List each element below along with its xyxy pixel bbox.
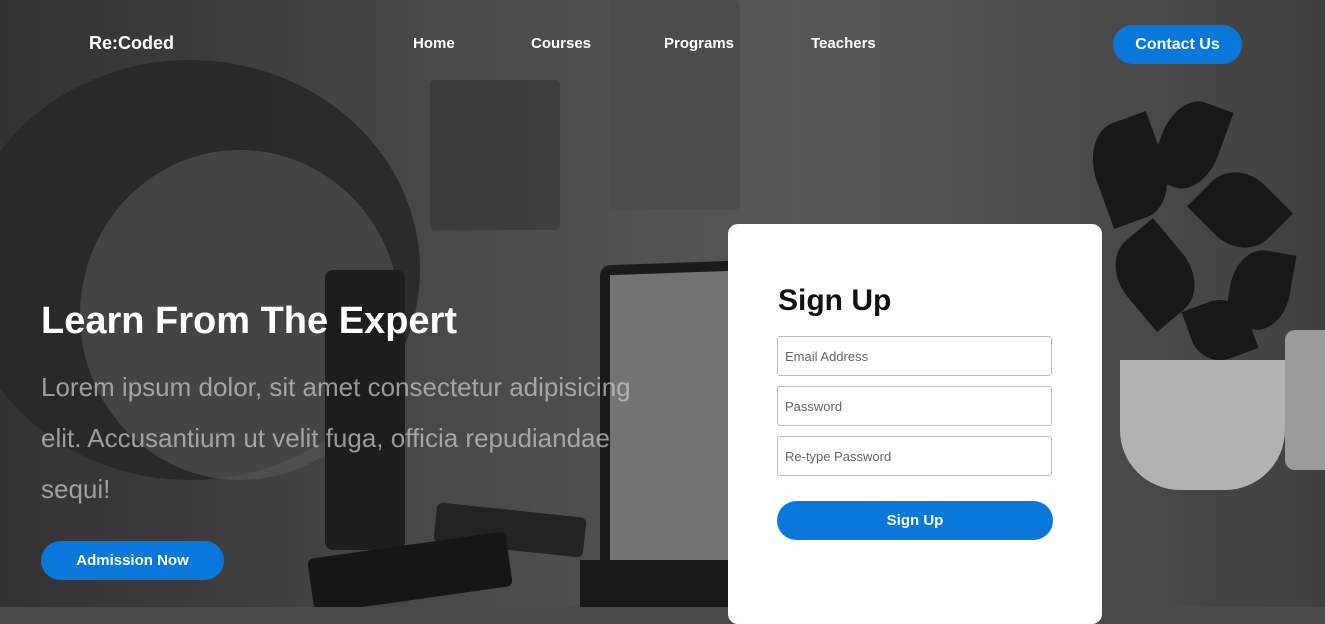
nav-link-courses[interactable]: Courses	[531, 35, 591, 52]
admission-now-button[interactable]: Admission Now	[41, 541, 224, 580]
signup-card: Sign Up Sign Up	[728, 224, 1102, 624]
email-field[interactable]	[777, 336, 1052, 376]
sign-up-button[interactable]: Sign Up	[777, 501, 1053, 540]
contact-us-button[interactable]: Contact Us	[1113, 25, 1242, 64]
retype-password-field[interactable]	[777, 436, 1052, 476]
nav-link-home[interactable]: Home	[413, 35, 455, 52]
logo[interactable]: Re:Coded	[89, 33, 174, 54]
top-navbar: Re:Coded Home Courses Programs Teachers …	[0, 0, 1325, 88]
hero-description: Lorem ipsum dolor, sit amet consectetur …	[41, 372, 631, 504]
hero-title: Learn From The Expert	[41, 300, 457, 342]
nav-link-programs[interactable]: Programs	[664, 35, 734, 52]
nav-link-teachers[interactable]: Teachers	[811, 35, 876, 52]
signup-title: Sign Up	[778, 284, 892, 317]
password-field[interactable]	[777, 386, 1052, 426]
